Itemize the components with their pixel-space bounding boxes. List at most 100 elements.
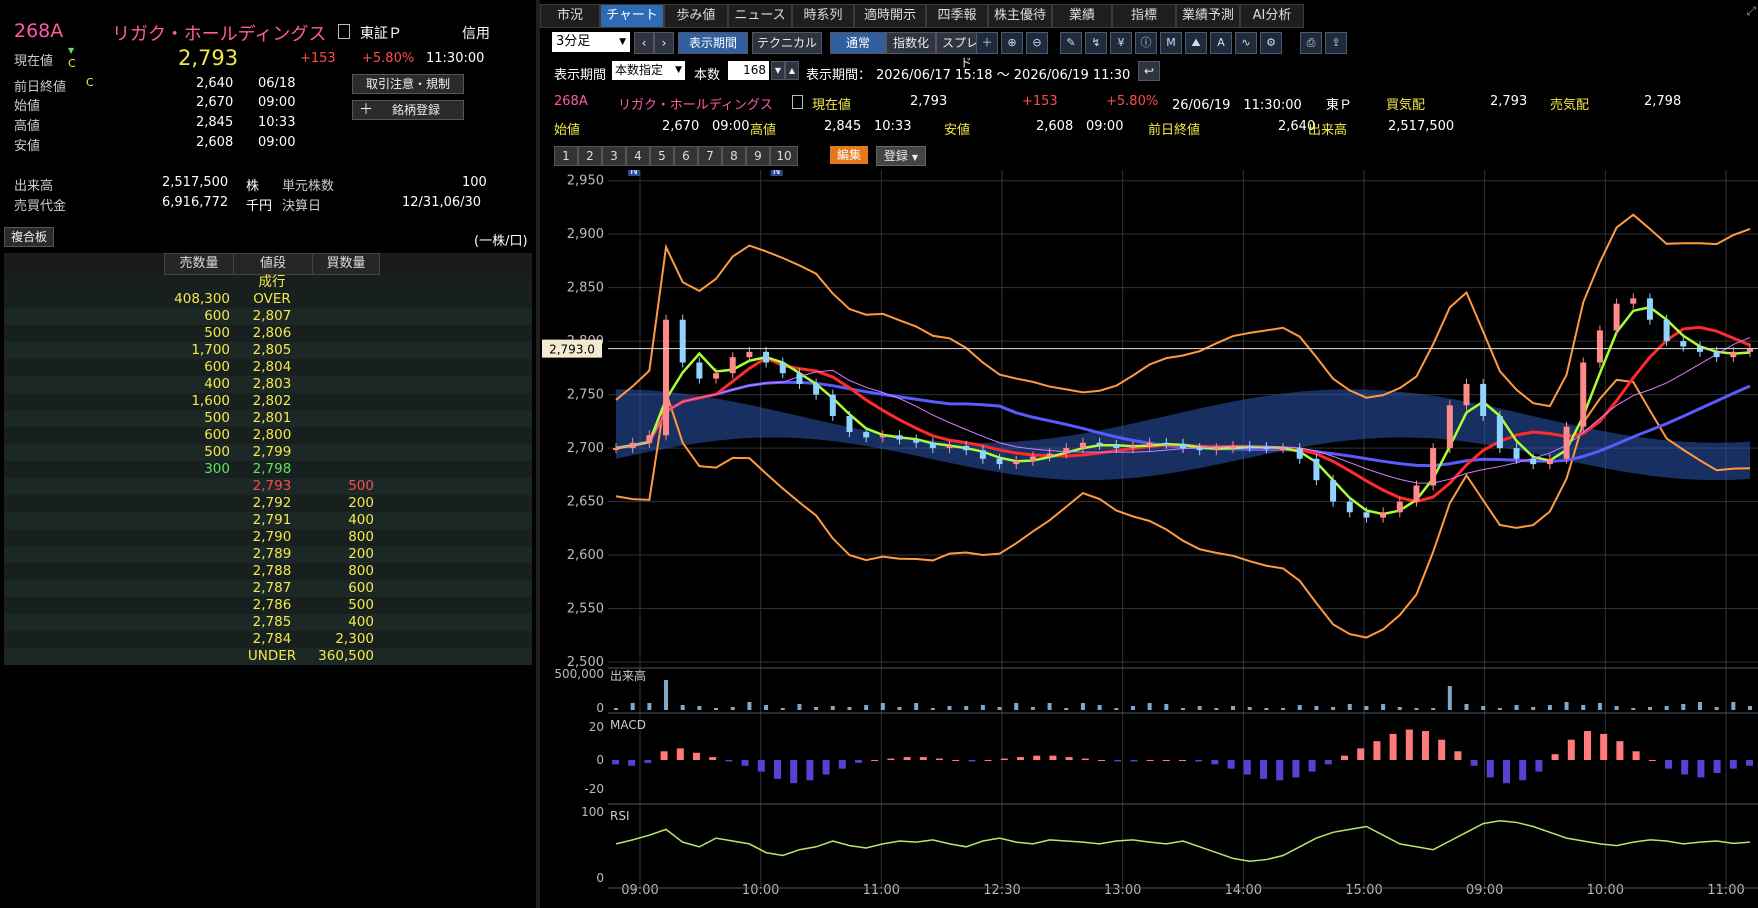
reset-period-icon[interactable]: ↩ (1138, 61, 1160, 81)
document-icon[interactable] (338, 24, 350, 39)
chart-document-icon[interactable] (792, 95, 803, 109)
preset-button-4[interactable]: 4 (626, 146, 650, 166)
candle-body (1513, 448, 1520, 459)
candle-body (1546, 458, 1553, 465)
price-tick-label: 2,550 (567, 602, 604, 617)
period-mode-select[interactable]: 本数指定 ▼ (612, 61, 685, 80)
tab-10[interactable]: 業績予測 (1176, 4, 1240, 28)
bid-row[interactable]: 2,789 200 (4, 546, 532, 563)
bid-row[interactable]: 2,793 500 (4, 478, 532, 495)
tab-5[interactable]: 適時開示 (854, 4, 926, 28)
period-button[interactable]: 表示期間 (678, 32, 748, 54)
zoom-out-icon[interactable]: ⊖ (1026, 32, 1048, 54)
prev-arrow-icon[interactable]: ‹ (634, 32, 654, 54)
bid-row[interactable]: UNDER 360,500 (4, 648, 532, 665)
preset-button-2[interactable]: 2 (578, 146, 602, 166)
normal-button[interactable]: 通常 (830, 32, 886, 54)
volume-bar (1181, 708, 1185, 710)
interval-select[interactable]: 3分足 ▼ (552, 32, 630, 52)
index-button[interactable]: 指数化 (886, 32, 936, 54)
volume-bar (1364, 706, 1369, 710)
bid-row[interactable]: 2,784 2,300 (4, 631, 532, 648)
mountain-icon[interactable]: ⛰ (1185, 32, 1207, 54)
preset-button-8[interactable]: 8 (722, 146, 746, 166)
ask-row[interactable]: 1,600 2,802 (4, 393, 532, 410)
count-down-icon[interactable]: ▼ (771, 61, 785, 80)
ask-row[interactable]: 408,300 OVER (4, 291, 532, 308)
ask-row[interactable]: 1,700 2,805 (4, 342, 532, 359)
tab-9[interactable]: 指標 (1112, 4, 1176, 28)
technical-button[interactable]: テクニカル (752, 32, 822, 54)
range-value: 2026/06/17 15:18 ～ 2026/06/19 11:30 (876, 68, 1131, 83)
candle-body (696, 362, 703, 379)
candle-body (613, 448, 619, 451)
tab-8[interactable]: 業績 (1052, 4, 1112, 28)
board-type-button[interactable]: 複合板 (4, 227, 54, 247)
pen-icon[interactable]: ✎ (1060, 32, 1082, 54)
bid-row[interactable]: 2,791 400 (4, 512, 532, 529)
bid-row[interactable]: 2,790 800 (4, 529, 532, 546)
tab-0[interactable]: 市況 (540, 4, 600, 28)
bid-row[interactable]: 2,786 500 (4, 597, 532, 614)
tab-3[interactable]: ニュース (728, 4, 792, 28)
auto-icon[interactable]: A (1210, 32, 1232, 54)
save-preset-button[interactable]: 登録 ▼ (876, 146, 926, 166)
ask-row[interactable]: 600 2,804 (4, 359, 532, 376)
bid-row[interactable]: 2,785 400 (4, 614, 532, 631)
edit-button[interactable]: 編集 (830, 146, 868, 164)
print-icon[interactable]: ⎙ (1300, 32, 1322, 54)
bid-row[interactable]: 2,787 600 (4, 580, 532, 597)
ask-row[interactable]: 500 2,799 (4, 444, 532, 461)
bid-price: UNDER (247, 648, 297, 664)
my-icon[interactable]: M (1160, 32, 1182, 54)
yen-icon[interactable]: ¥ (1110, 32, 1132, 54)
tab-1[interactable]: チャート (600, 4, 664, 28)
preset-button-6[interactable]: 6 (674, 146, 698, 166)
bid-row[interactable]: 2,788 800 (4, 563, 532, 580)
down-arrow-icon: ▼ (68, 46, 75, 55)
ask-row[interactable]: 300 2,798 (4, 461, 532, 478)
plus-icon[interactable]: ＋ (976, 32, 998, 54)
tab-4[interactable]: 時系列 (792, 4, 854, 28)
preset-button-10[interactable]: 10 (770, 146, 798, 166)
export-icon[interactable]: ⇪ (1325, 32, 1347, 54)
tab-7[interactable]: 株主優待 (988, 4, 1052, 28)
price-chart[interactable]: 2,9502,9002,8502,8002,7502,7002,6502,600… (540, 170, 1758, 908)
ask-row[interactable]: 500 2,801 (4, 410, 532, 427)
count-input[interactable]: 168 (728, 61, 769, 80)
preset-button-9[interactable]: 9 (746, 146, 770, 166)
ask-row[interactable]: 600 2,807 (4, 308, 532, 325)
chart-open: 2,670 (662, 119, 700, 134)
line-draw-icon[interactable]: ↯ (1085, 32, 1107, 54)
candle-body (1146, 442, 1153, 446)
candle-body (629, 442, 636, 449)
caution-button[interactable]: 取引注意・規制 (352, 74, 464, 94)
info-icon[interactable]: ⓘ (1135, 32, 1157, 54)
wave-icon[interactable]: ∿ (1235, 32, 1257, 54)
ask-row[interactable]: 500 2,806 (4, 325, 532, 342)
chart-name: リガク・ホールディングス (618, 98, 773, 113)
next-arrow-icon[interactable]: › (654, 32, 674, 54)
preset-button-7[interactable]: 7 (698, 146, 722, 166)
preset-button-3[interactable]: 3 (602, 146, 626, 166)
ask-row[interactable]: 600 2,800 (4, 427, 532, 444)
preset-button-5[interactable]: 5 (650, 146, 674, 166)
volume-bar (1681, 704, 1686, 710)
high-time: 10:33 (258, 115, 296, 130)
register-stock-button[interactable]: ＋ 銘柄登録 (352, 100, 464, 120)
tab-6[interactable]: 四季報 (926, 4, 988, 28)
count-up-icon[interactable]: ▲ (785, 61, 799, 80)
macd-bar (693, 752, 700, 760)
preset-button-1[interactable]: 1 (554, 146, 578, 166)
tab-2[interactable]: 歩み値 (664, 4, 728, 28)
volume-bar (1731, 702, 1736, 710)
expand-icon[interactable]: ⤢ (1746, 4, 1756, 19)
chart-low-time: 09:00 (1086, 119, 1124, 134)
bid-row[interactable]: 2,792 200 (4, 495, 532, 512)
volume-bar (1064, 708, 1069, 710)
wrench-icon[interactable]: ⚙ (1260, 32, 1282, 54)
tab-11[interactable]: AI分析 (1240, 4, 1304, 28)
zoom-in-icon[interactable]: ⊕ (1001, 32, 1023, 54)
volume-bar (1297, 705, 1302, 710)
ask-row[interactable]: 400 2,803 (4, 376, 532, 393)
